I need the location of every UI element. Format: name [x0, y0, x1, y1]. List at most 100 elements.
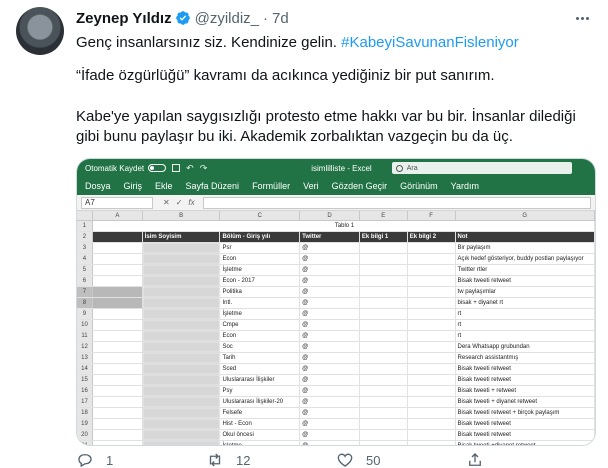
table-row: 6 Econ - 2017 @ Bisak tweeti retweet — [77, 276, 595, 287]
column-header: E — [360, 211, 408, 220]
cell-twitter: @ — [300, 441, 360, 445]
cell-note: Bisak tweeti +diyanet retweet — [456, 441, 595, 445]
table-row: 7 Politika @ tw paylaşımlar — [77, 287, 595, 298]
cell-department: İşletme — [220, 265, 301, 275]
cell-department: Intl. — [220, 298, 301, 308]
cell-extra-2 — [408, 441, 456, 445]
ribbon-tab-giris: Giriş — [123, 181, 143, 191]
reply-button[interactable]: 1 — [76, 451, 206, 468]
timestamp[interactable]: 7d — [272, 10, 289, 27]
display-name[interactable]: Zeynep Yıldız — [76, 10, 172, 27]
cell-blank — [93, 331, 143, 341]
like-button[interactable]: 50 — [336, 451, 466, 468]
search-placeholder: Ara — [406, 164, 418, 172]
excel-titlebar: Otomatik Kaydet ↶ ↷ isimlilliste - Excel… — [77, 159, 595, 177]
cell-extra-2 — [408, 397, 456, 407]
cell-twitter: @ — [300, 309, 360, 319]
cell-twitter: @ — [300, 276, 360, 286]
cell-extra-1 — [360, 342, 408, 352]
cell-note: Açık hedef gösteriyor, buddy postları pa… — [456, 254, 595, 264]
cell-blank — [93, 364, 143, 374]
column-header: D — [300, 211, 360, 220]
cell-name-redacted — [142, 254, 221, 264]
cell-name-redacted — [142, 243, 221, 253]
row-number: 5 — [77, 265, 93, 275]
cell-extra-1 — [360, 265, 408, 275]
cell-name-redacted — [142, 375, 221, 385]
like-count: 50 — [366, 452, 381, 468]
column-header: F — [408, 211, 456, 220]
row-number: 7 — [77, 287, 93, 297]
handle[interactable]: @zyildiz_ — [195, 10, 259, 27]
hashtag-link[interactable]: #KabeyiSavunanFisleniyor — [341, 34, 519, 51]
cell-extra-2 — [408, 309, 456, 319]
cell-extra-2 — [408, 254, 456, 264]
cell-twitter: @ — [300, 353, 360, 363]
ribbon-tab-gozden-gecir: Gözden Geçir — [331, 181, 388, 191]
cell-twitter: @ — [300, 419, 360, 429]
cell-note: tw paylaşımlar — [456, 287, 595, 297]
row-number: 21 — [77, 441, 93, 445]
cell-blank — [93, 408, 143, 418]
header-cell-empty — [92, 232, 143, 242]
retweet-button[interactable]: 12 — [206, 451, 336, 468]
reply-icon — [78, 454, 92, 468]
cell-extra-1 — [360, 309, 408, 319]
row-number: 13 — [77, 353, 93, 363]
cell-blank — [93, 320, 143, 330]
cell-department: Uluslararası İlişkiler-20 — [220, 397, 301, 407]
retweet-count: 12 — [236, 452, 251, 468]
redo-icon: ↷ — [199, 162, 208, 173]
row-number: 19 — [77, 419, 93, 429]
cell-extra-2 — [408, 419, 456, 429]
cell-extra-1 — [360, 386, 408, 396]
fx-icon: fx — [188, 198, 195, 207]
retweet-icon — [209, 453, 221, 467]
cell-note: Bisak tweeti retweet — [456, 419, 595, 429]
cell-extra-2 — [408, 430, 456, 440]
tweet-line-3: Kabe'ye yapılan saygısızlığı protesto et… — [76, 108, 576, 145]
cell-extra-1 — [360, 254, 408, 264]
cell-name-redacted — [142, 287, 221, 297]
avatar[interactable] — [16, 7, 64, 55]
separator-dot: · — [263, 9, 269, 27]
cell-name-redacted — [142, 408, 221, 418]
cell-department: Psr — [220, 243, 301, 253]
cell-extra-1 — [360, 298, 408, 308]
table-row: 17 Uluslararası İlişkiler-20 @ Bisak tweeti… — [77, 397, 595, 408]
cell-name-redacted — [142, 353, 221, 363]
cell-extra-1 — [360, 243, 408, 253]
cell-name-redacted — [142, 320, 221, 330]
cell-twitter: @ — [300, 265, 360, 275]
column-header: G — [456, 211, 595, 220]
cell-twitter: @ — [300, 243, 360, 253]
cell-note: Bisak tweeti retweet — [456, 375, 595, 385]
more-options-icon[interactable] — [572, 8, 592, 28]
row-number: 15 — [77, 375, 93, 385]
save-icon — [172, 164, 181, 172]
share-button[interactable] — [466, 451, 596, 468]
table-row: 13 Tarih @ Research assistantmış — [77, 353, 595, 364]
table-row: 11 Econ @ rt — [77, 331, 595, 342]
cell-name-redacted — [142, 397, 221, 407]
cell-extra-2 — [408, 320, 456, 330]
cell-extra-1 — [360, 320, 408, 330]
table-title-row: 1 Tablo 1 — [77, 221, 595, 232]
autosave-label: Otomatik Kaydet — [85, 163, 145, 173]
cell-extra-2 — [408, 298, 456, 308]
row-number: 2 — [77, 232, 93, 242]
row-number: 9 — [77, 309, 93, 319]
row-number: 18 — [77, 408, 93, 418]
row-number: 3 — [77, 243, 93, 253]
cell-name-redacted — [142, 419, 221, 429]
cell-extra-1 — [360, 430, 408, 440]
header-cell: Twitter — [300, 232, 360, 242]
autosave: Otomatik Kaydet — [85, 163, 167, 173]
cell-extra-1 — [360, 419, 408, 429]
excel-search-box: Ara — [391, 162, 572, 174]
tweet-media-image[interactable]: Otomatik Kaydet ↶ ↷ isimlilliste - Excel… — [76, 158, 596, 446]
cell-extra-1 — [360, 331, 408, 341]
ribbon-tab-formuller: Formüller — [252, 181, 291, 191]
formula-bar: A7 ✕ ✓ fx — [77, 195, 595, 211]
cell-extra-2 — [408, 265, 456, 275]
